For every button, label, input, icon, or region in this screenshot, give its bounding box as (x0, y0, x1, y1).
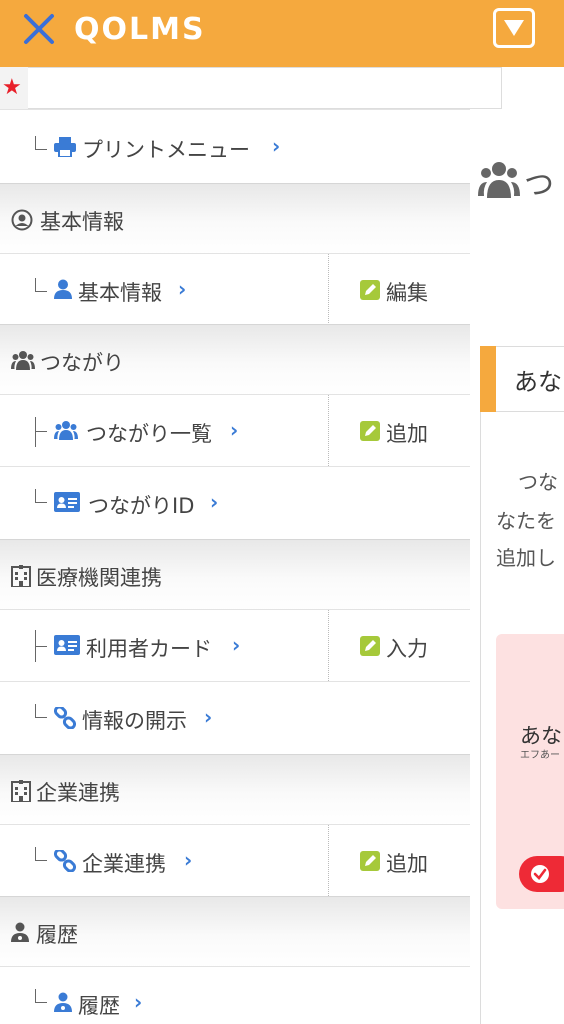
section-title: 履歴 (36, 923, 78, 947)
link-icon (53, 848, 77, 876)
close-icon[interactable] (22, 12, 56, 46)
menu-item-label: 基本情報 (78, 281, 162, 305)
row-divider (328, 254, 329, 325)
card-text-line: なたを (496, 509, 556, 533)
menu-item-label: 企業連携 (82, 852, 166, 876)
row-divider (328, 610, 329, 681)
tree-connector (35, 136, 49, 150)
chevron-down-icon (504, 20, 524, 36)
edit-label: 編集 (386, 281, 428, 305)
chevron-right-icon: › (232, 633, 241, 657)
card-divider (496, 411, 564, 412)
card-text-line: つな (518, 470, 558, 494)
pencil-icon (360, 851, 380, 871)
input-label: 入力 (386, 637, 428, 661)
menu-item-label: 履歴 (78, 994, 120, 1018)
tree-connector (35, 278, 49, 292)
approve-button[interactable] (519, 856, 564, 892)
menu-item-connection-id[interactable]: つながりID › (0, 466, 470, 540)
doctor-icon (11, 922, 29, 946)
app-logo: QOLMS (74, 12, 206, 47)
doctor-icon (54, 992, 72, 1016)
menu-item-disclosure[interactable]: 情報の開示 › (0, 681, 470, 755)
app-header: QOLMS (0, 0, 564, 67)
pencil-icon (360, 421, 380, 441)
user-circle-icon (11, 209, 33, 235)
menu-item-label: つながりID (88, 494, 195, 518)
menu-item-user-card[interactable]: 利用者カード › 入力 (0, 609, 470, 681)
user-icon (54, 279, 72, 303)
add-label: 追加 (386, 422, 428, 446)
tree-connector (35, 489, 49, 503)
check-icon (531, 865, 549, 883)
page-title: つ (524, 168, 554, 203)
section-connections: つながり (0, 324, 470, 396)
link-icon (53, 705, 77, 733)
users-icon (478, 160, 520, 202)
chevron-right-icon: › (230, 418, 239, 442)
card-heading: あな (514, 368, 562, 396)
hospital-icon (11, 565, 31, 591)
section-title: 医療機関連携 (36, 566, 162, 590)
menu-item-basic-info[interactable]: 基本情報 › 編集 (0, 253, 470, 325)
section-basic-info: 基本情報 (0, 183, 470, 255)
pencil-icon (360, 280, 380, 300)
chevron-right-icon: › (204, 705, 213, 729)
section-history: 履歴 (0, 896, 470, 968)
tree-connector (35, 847, 49, 861)
menu-item-print[interactable]: プリントメニュー › (0, 109, 470, 183)
building-icon (11, 780, 31, 806)
add-label: 追加 (386, 852, 428, 876)
card-accent-bar (480, 346, 496, 412)
chevron-right-icon: › (178, 277, 187, 301)
chevron-right-icon: › (272, 134, 281, 158)
profile-kana: エフあー (520, 750, 560, 761)
section-title: つながり (40, 351, 124, 375)
favorites-row[interactable] (0, 67, 502, 109)
tree-connector (35, 630, 49, 662)
section-medical: 医療機関連携 (0, 539, 470, 611)
users-icon (11, 350, 35, 374)
menu-item-corporate[interactable]: 企業連携 › 追加 (0, 824, 470, 896)
menu-item-label: 情報の開示 (82, 709, 187, 733)
id-card-icon (54, 635, 80, 659)
tree-connector (35, 417, 49, 447)
menu-item-label: 利用者カード (86, 637, 212, 661)
section-corporate: 企業連携 (0, 754, 470, 826)
pencil-icon (360, 636, 380, 656)
printer-icon (54, 137, 76, 161)
users-icon (54, 420, 78, 444)
menu-item-history[interactable]: 履歴 › (0, 966, 470, 1024)
chevron-right-icon: › (134, 990, 143, 1014)
chevron-right-icon: › (210, 490, 219, 514)
star-icon[interactable]: ★ (2, 77, 22, 99)
section-title: 企業連携 (36, 781, 120, 805)
menu-item-connections-list[interactable]: つながり一覧 › 追加 (0, 394, 470, 466)
card-text-line: 追加し (496, 546, 556, 570)
row-divider (328, 395, 329, 466)
chevron-right-icon: › (184, 848, 193, 872)
menu-item-label: プリントメニュー (82, 138, 250, 162)
dropdown-menu-button[interactable] (493, 8, 535, 48)
menu-item-label: つながり一覧 (86, 422, 212, 446)
row-divider (328, 825, 329, 896)
tree-connector (35, 704, 49, 718)
section-title: 基本情報 (40, 210, 124, 234)
id-card-icon (54, 492, 80, 516)
tree-connector (35, 989, 49, 1003)
